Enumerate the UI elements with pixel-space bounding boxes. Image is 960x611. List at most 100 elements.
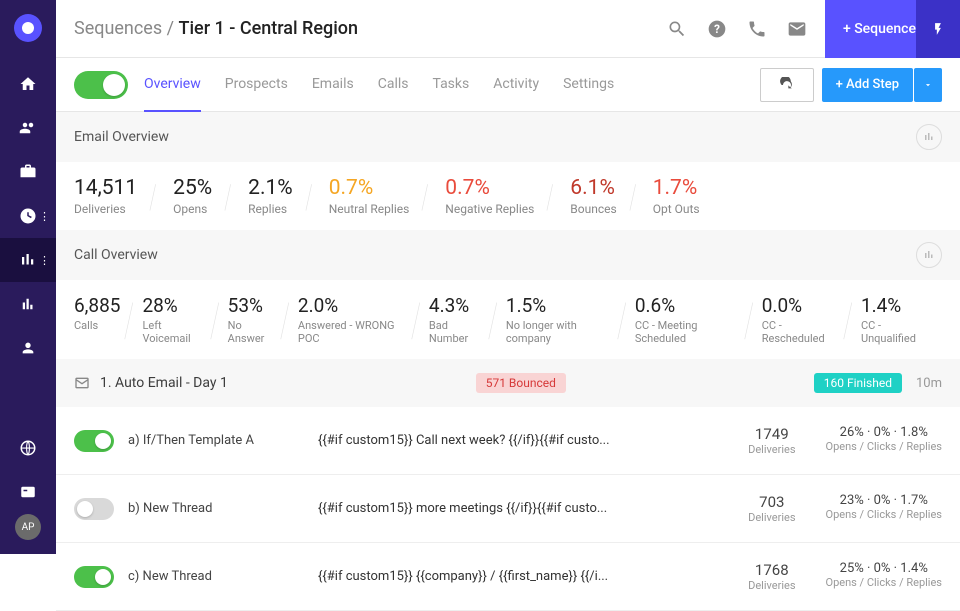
stat-value: 0.0% — [762, 294, 839, 317]
nav-clock[interactable]: ⋮ — [0, 194, 56, 238]
row-deliveries: 1768 — [748, 561, 795, 579]
row-toggle[interactable] — [74, 430, 114, 452]
stat-label: Neutral Replies — [329, 202, 410, 216]
envelope-icon — [74, 375, 90, 391]
stat-value: 0.7% — [445, 176, 534, 200]
stat-label: Bad Number — [429, 319, 484, 345]
row-snippet: {{#if custom15}} more meetings {{/if}}{{… — [318, 501, 748, 516]
row-deliveries: 703 — [748, 493, 795, 511]
stat-label: No Answer — [228, 319, 276, 345]
stat-value: 4.3% — [429, 294, 484, 317]
page-title: Tier 1 - Central Region — [179, 18, 359, 39]
row-toggle[interactable] — [74, 566, 114, 588]
row-stats: 1749Deliveries 26% · 0% · 1.8%Opens / Cl… — [748, 425, 942, 456]
stat-item: 1.7%Opt Outs — [635, 176, 718, 216]
nav-globe[interactable] — [0, 426, 56, 470]
stat-item: 28%Left Voicemail — [131, 294, 216, 345]
section-title: Call Overview — [74, 247, 158, 263]
bolt-button[interactable] — [916, 0, 960, 58]
phone-icon[interactable] — [747, 19, 767, 39]
header-icons: ? — [667, 19, 807, 39]
stat-label: Answered - WRONG POC — [298, 319, 407, 345]
chart-icon[interactable] — [916, 242, 942, 268]
add-step-button[interactable]: + Add Step — [822, 68, 913, 102]
stat-item: 1.5%No longer with company — [495, 294, 624, 345]
stat-label: Deliveries — [74, 202, 137, 216]
tab-settings[interactable]: Settings — [563, 58, 614, 111]
stat-item: 14,511 Deliveries — [74, 176, 155, 216]
stat-label: Opens — [173, 202, 212, 216]
template-row: a) If/Then Template A {{#if custom15}} C… — [56, 407, 960, 475]
tab-calls[interactable]: Calls — [378, 58, 409, 111]
nav-home[interactable] — [0, 62, 56, 106]
email-overview-head: Email Overview — [56, 112, 960, 162]
help-icon[interactable]: ? — [707, 19, 727, 39]
stat-value: 2.0% — [298, 294, 407, 317]
stat-label: Bounces — [570, 202, 616, 216]
sequence-toggle[interactable] — [74, 71, 128, 99]
step-title: 1. Auto Email - Day 1 — [100, 375, 228, 391]
stat-label: CC - Unqualified — [861, 319, 931, 345]
email-stats: 14,511Deliveries25%Opens2.1%Replies0.7%N… — [56, 162, 960, 230]
tab-prospects[interactable]: Prospects — [225, 58, 288, 111]
stat-item: 6,885 Calls — [74, 294, 131, 345]
stat-value: 0.7% — [329, 176, 410, 200]
nav-analytics[interactable] — [0, 282, 56, 326]
row-label[interactable]: b) New Thread — [128, 501, 318, 516]
stat-value: 25% — [173, 176, 212, 200]
row-rates: 25% · 0% · 1.4% — [826, 561, 943, 576]
stat-value: 2.1% — [248, 176, 293, 200]
nav-user[interactable] — [0, 326, 56, 370]
search-icon[interactable] — [667, 19, 687, 39]
svg-text:?: ? — [714, 22, 720, 36]
stat-item: 4.3%Bad Number — [418, 294, 495, 345]
stat-value: 53% — [228, 294, 276, 317]
stat-value: 28% — [142, 294, 205, 317]
email-icon[interactable] — [787, 19, 807, 39]
stat-label: CC - Meeting Scheduled — [635, 319, 740, 345]
stat-value: 14,511 — [74, 176, 137, 200]
breadcrumb-parent[interactable]: Sequences — [74, 18, 162, 39]
tab-tasks[interactable]: Tasks — [432, 58, 469, 111]
tabbar: Overview Prospects Emails Calls Tasks Ac… — [56, 58, 960, 112]
stat-item: 0.7%Negative Replies — [427, 176, 552, 216]
stat-value: 0.6% — [635, 294, 740, 317]
logo-icon[interactable] — [14, 14, 42, 42]
call-overview-head: Call Overview — [56, 230, 960, 280]
nav-people[interactable] — [0, 106, 56, 150]
stat-item: 0.7% Neutral Replies — [311, 176, 428, 216]
avatar[interactable]: AP — [15, 514, 41, 540]
add-step-dropdown[interactable] — [914, 68, 942, 102]
template-row: c) New Thread {{#if custom15}} {{company… — [56, 543, 960, 611]
nav-card[interactable] — [0, 470, 56, 514]
stat-value: 6,885 — [74, 294, 120, 317]
row-label[interactable]: a) If/Then Template A — [128, 433, 318, 448]
refresh-button[interactable] — [760, 68, 814, 102]
stat-label: Calls — [74, 319, 120, 332]
stat-item: 2.1%Replies — [230, 176, 311, 216]
stat-item: 6.1%Bounces — [552, 176, 634, 216]
tabs: Overview Prospects Emails Calls Tasks Ac… — [144, 58, 760, 111]
stat-item: 53%No Answer — [217, 294, 287, 345]
finished-badge: 160 Finished — [814, 373, 902, 393]
stat-item: 2.0%Answered - WRONG POC — [287, 294, 418, 345]
sidebar: ⋮ ⋮ AP — [0, 0, 56, 554]
step-head: 1. Auto Email - Day 1 571 Bounced 160 Fi… — [56, 359, 960, 407]
stat-value: 1.7% — [653, 176, 700, 200]
stat-item: 1.4%CC - Unqualified — [850, 294, 942, 345]
chart-icon[interactable] — [916, 124, 942, 150]
bounced-badge: 571 Bounced — [476, 373, 566, 393]
stat-label: Left Voicemail — [142, 319, 205, 345]
tab-overview[interactable]: Overview — [144, 58, 201, 112]
tab-activity[interactable]: Activity — [493, 58, 539, 111]
stat-value: 1.5% — [506, 294, 613, 317]
row-label[interactable]: c) New Thread — [128, 569, 318, 584]
nav-reports-active[interactable]: ⋮ — [0, 238, 56, 282]
tab-emails[interactable]: Emails — [312, 58, 354, 111]
main: Sequences / Tier 1 - Central Region ? + … — [56, 0, 960, 554]
header: Sequences / Tier 1 - Central Region ? + … — [56, 0, 960, 58]
section-title: Email Overview — [74, 129, 169, 145]
nav-briefcase[interactable] — [0, 150, 56, 194]
row-toggle[interactable] — [74, 498, 114, 520]
dots-icon: ⋮ — [39, 254, 50, 267]
